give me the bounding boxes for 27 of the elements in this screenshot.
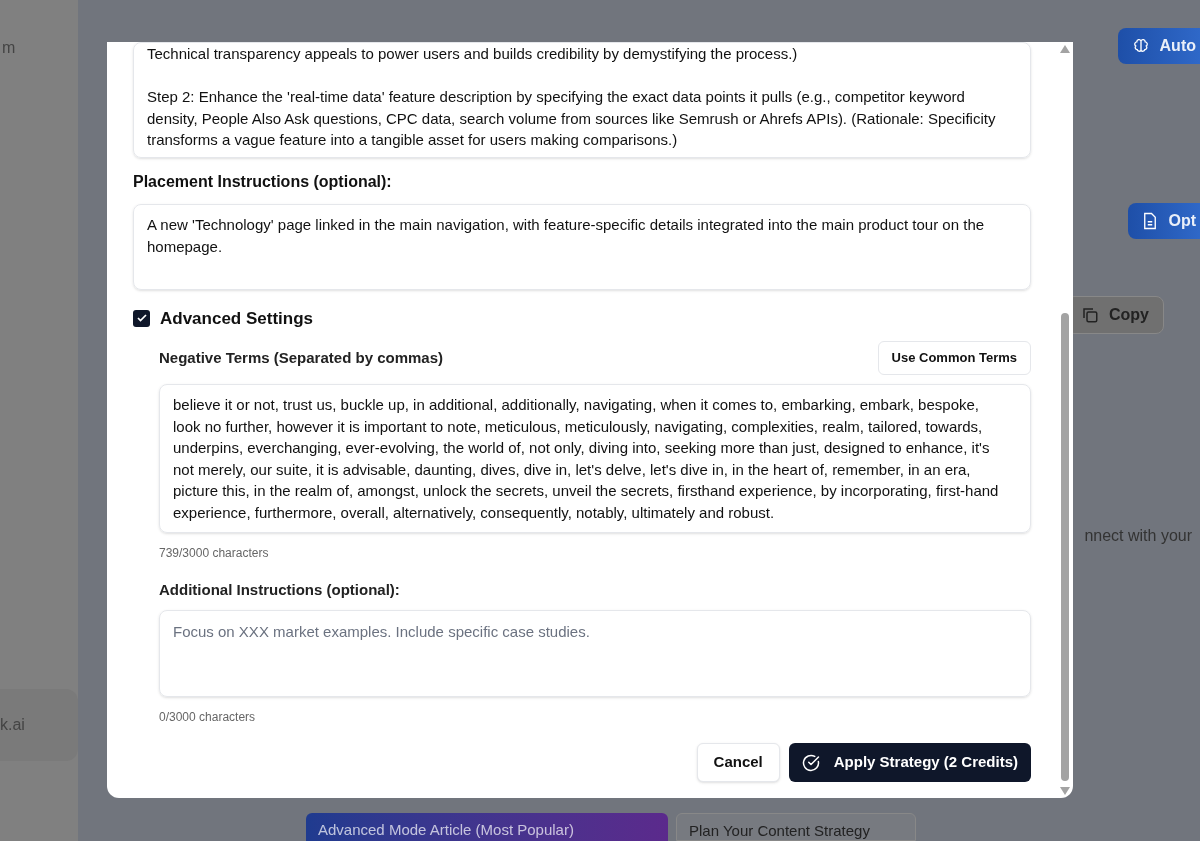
mode-card[interactable]: Advanced Mode Article (Most Popular) <box>306 813 668 841</box>
checkbox[interactable] <box>133 309 150 327</box>
checkbox-label: Advanced Settings <box>160 307 314 330</box>
mode-card[interactable]: Plan Your Content Strategy <box>676 813 916 841</box>
cancel-button[interactable]: Cancel <box>696 743 780 783</box>
scroll-down-icon[interactable] <box>1060 787 1070 795</box>
use-common-terms-button[interactable]: Use Common Terms <box>877 341 1031 375</box>
toolbar-button[interactable]: Opt <box>1128 203 1200 239</box>
check-circle-icon <box>801 753 820 772</box>
placement-field[interactable]: A new 'Technology' page linked in the main navigation, with feature-specific details integrated into the main product tour on the homepage. <box>133 203 1031 290</box>
body-text: nnect with your <box>1084 526 1193 546</box>
scroll-up-icon[interactable] <box>1060 45 1070 53</box>
strategy-field[interactable]: Technical transparency appeals to power users and builds credibility by demystifying the process.) Step 2: Enhance the 'real-time data' feature description by specifying the exact data points it pulls (e.g., competitor keyword density, People Also Ask questions, CPC data, search volume from sources like Semrush or Ahrefs APIs). (Rationale: Specificity transforms a vague feature into a tangible asset for users making comparisons.) <box>133 42 1031 158</box>
field-label: Placement Instructions (optional): <box>133 171 393 192</box>
additional-instructions-field[interactable]: Focus on XXX market examples. Include specific case studies. <box>159 610 1031 698</box>
character-count: 739/3000 characters <box>159 544 270 562</box>
toolbar-button[interactable]: Auto <box>1117 28 1200 64</box>
sidebar-text: m <box>2 38 17 58</box>
checkmark-icon <box>135 312 148 325</box>
character-count: 0/3000 characters <box>159 709 257 727</box>
negative-terms-field[interactable]: believe it or not, trust us, buckle up, in additional, additionally, navigating, when it comes to, embarking, embark, bespoke, look no further, however it is important to note, meticulous, meticulously, navigating, complexities, realm, tailored, towards, underpins, everchanging, ever-evolving, the world of, not only, diving into, seeking more than just, designed to enhance, it's not merely, our suite, it is advisable, daunting, dives, dive in, let's delve, let's dive in, in the heart of, remember, in an era, picture this, in the realm of, amongst, unlock the secrets, unveil the secrets, firsthand experience, by incorporating, first-hand experience, furthermore, overall, alternatively, consequently, notably, ultimately and robust. <box>159 384 1031 533</box>
brain-icon <box>1131 37 1150 55</box>
document-icon <box>1142 212 1159 230</box>
field-label: Additional Instructions (optional): <box>159 579 401 600</box>
field-label: Negative Terms (Separated by commas) <box>159 347 443 368</box>
copy-icon <box>1081 306 1099 324</box>
apply-strategy-button[interactable]: Apply Strategy (2 Credits) <box>788 743 1031 783</box>
